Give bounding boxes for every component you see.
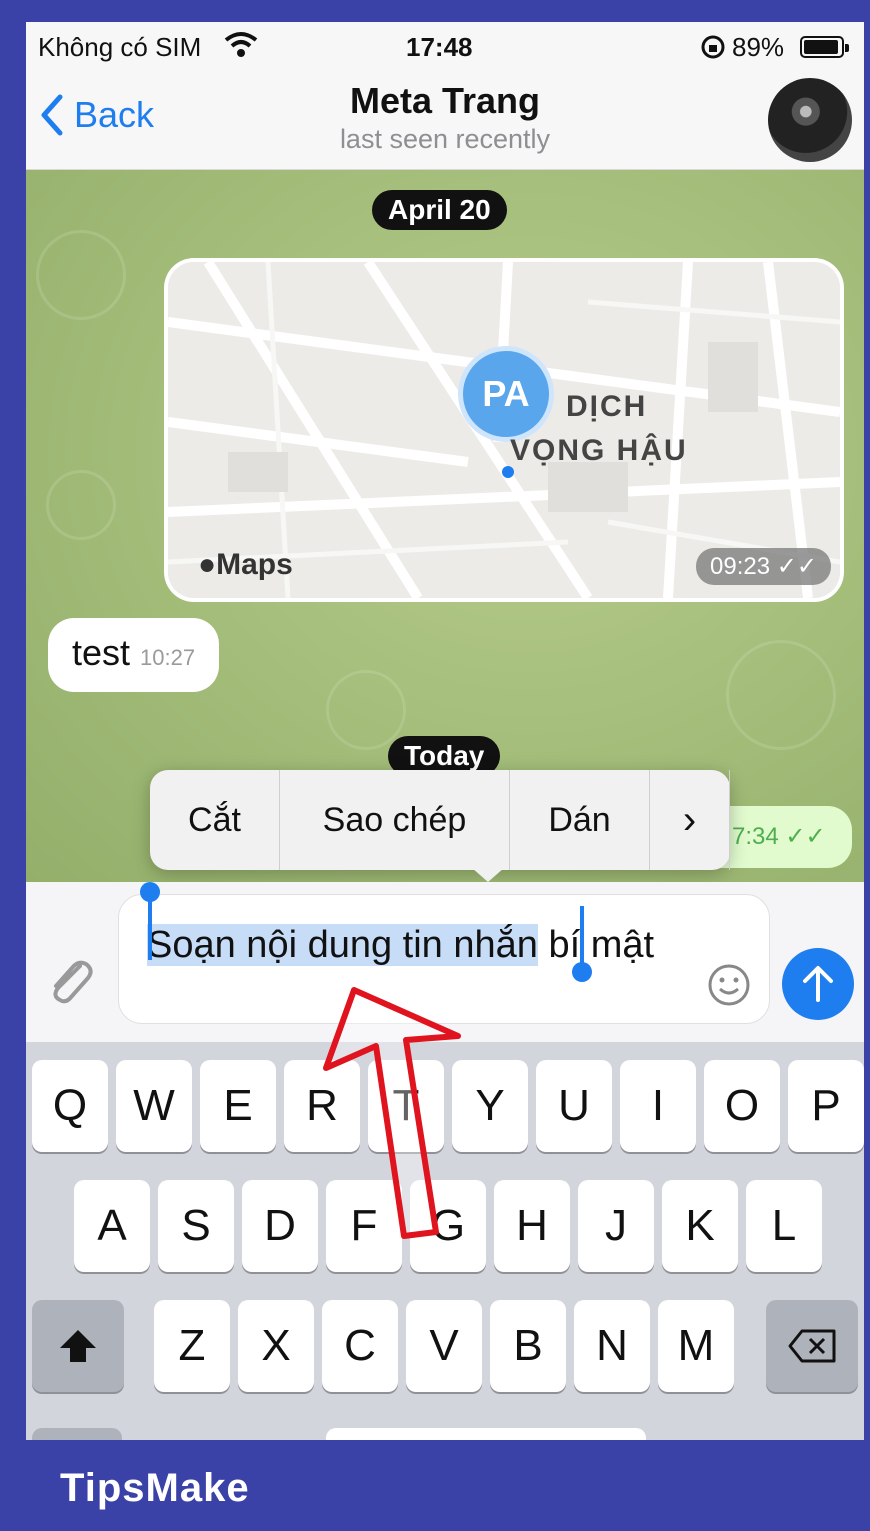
paperclip-icon [53, 960, 93, 1004]
paste-menu-item[interactable]: Dán [510, 770, 650, 870]
key-z[interactable]: Z [154, 1300, 230, 1392]
more-menu-arrow[interactable]: › [650, 770, 730, 870]
chat-header: Back Meta Trang last seen recently [26, 72, 864, 170]
clock: 17:48 [406, 32, 473, 62]
key-s[interactable]: S [158, 1180, 234, 1272]
apple-icon: ● [198, 548, 217, 581]
phone-screen: Không có SIM 17:48 89% Back Meta Trang l… [26, 22, 864, 1440]
key-k[interactable]: K [662, 1180, 738, 1272]
user-location-pin: PA [458, 346, 554, 442]
date-pill: April 20 [372, 190, 507, 230]
message-time: 09:23 ✓✓ [696, 548, 831, 585]
key-i[interactable]: I [620, 1060, 696, 1152]
contact-avatar[interactable] [768, 78, 852, 162]
carrier-label: Không có SIM [38, 32, 202, 62]
numbers-key[interactable] [32, 1428, 122, 1440]
key-f[interactable]: F [326, 1180, 402, 1272]
key-g[interactable]: G [410, 1180, 486, 1272]
battery-percent: 89% [732, 32, 785, 62]
backspace-key[interactable] [766, 1300, 858, 1392]
key-c[interactable]: C [322, 1300, 398, 1392]
key-j[interactable]: J [578, 1180, 654, 1272]
map-place-label: VỌNG HẬU [510, 434, 688, 467]
composer-bar: Soạn nội dung tin nhắn bí mật [26, 882, 864, 1042]
last-seen-status: last seen recently [339, 124, 551, 154]
key-n[interactable]: N [574, 1300, 650, 1392]
key-b[interactable]: B [490, 1300, 566, 1392]
key-e[interactable]: E [200, 1060, 276, 1152]
keyboard: QWERTYUIOP ASDFGHJKL ZXCVBNM [26, 1042, 864, 1440]
menu-pointer [472, 868, 504, 882]
unselected-text: bí mật [537, 924, 655, 966]
selection-end-handle[interactable] [572, 962, 592, 982]
message-time: 10:27 [140, 645, 196, 670]
send-button[interactable] [782, 948, 854, 1020]
wallpaper-doodle [36, 230, 126, 320]
cut-menu-item[interactable]: Cắt [150, 770, 280, 870]
backspace-icon [788, 1329, 836, 1363]
contact-name[interactable]: Meta Trang [26, 80, 864, 122]
wallpaper-doodle [326, 670, 406, 750]
copy-menu-item[interactable]: Sao chép [280, 770, 510, 870]
key-a[interactable]: A [74, 1180, 150, 1272]
arrow-up-icon [803, 966, 833, 1002]
selection-start-handle[interactable] [140, 882, 160, 902]
double-check-icon: ✓✓ [785, 823, 826, 850]
selection-end-bar [580, 906, 584, 968]
shift-icon [60, 1330, 96, 1362]
apple-maps-label: ●Maps [198, 548, 293, 581]
battery-icon [800, 36, 849, 58]
map-preview[interactable]: PA DỊCH VỌNG HẬU ●Maps 09:23 ✓✓ [168, 262, 840, 598]
key-l[interactable]: L [746, 1180, 822, 1272]
key-r[interactable]: R [284, 1060, 360, 1152]
key-p[interactable]: P [788, 1060, 864, 1152]
selected-text: Soạn nội dung tin nhắn [147, 924, 538, 966]
key-q[interactable]: Q [32, 1060, 108, 1152]
key-w[interactable]: W [116, 1060, 192, 1152]
shift-key[interactable] [32, 1300, 124, 1392]
key-v[interactable]: V [406, 1300, 482, 1392]
status-bar: Không có SIM 17:48 89% [26, 22, 864, 72]
brand-logo: TipsMake [60, 1466, 250, 1510]
message-input[interactable]: Soạn nội dung tin nhắn bí mật [118, 894, 770, 1024]
incoming-message[interactable]: test 10:27 [48, 618, 220, 692]
message-time: 7:34 ✓✓ [732, 823, 826, 850]
key-x[interactable]: X [238, 1300, 314, 1392]
key-h[interactable]: H [494, 1180, 570, 1272]
key-u[interactable]: U [536, 1060, 612, 1152]
location-message[interactable]: PA DỊCH VỌNG HẬU ●Maps 09:23 ✓✓ [164, 258, 844, 602]
key-m[interactable]: M [658, 1300, 734, 1392]
key-o[interactable]: O [704, 1060, 780, 1152]
message-input-text[interactable]: Soạn nội dung tin nhắn bí mật [147, 917, 687, 973]
map-place-label: DỊCH [566, 390, 648, 423]
double-check-icon: ✓✓ [776, 553, 817, 580]
wallpaper-doodle [726, 640, 836, 750]
emoji-button[interactable] [707, 963, 751, 1012]
key-y[interactable]: Y [452, 1060, 528, 1152]
orientation-lock-icon [700, 34, 726, 65]
space-key[interactable] [326, 1428, 646, 1440]
edit-context-menu: Cắt Sao chép Dán › [150, 770, 730, 882]
wifi-icon [224, 30, 258, 65]
key-t[interactable]: T [368, 1060, 444, 1152]
attach-button[interactable] [42, 952, 98, 1013]
selection-start-bar [148, 896, 152, 960]
smiley-icon [708, 964, 750, 1006]
message-text: test [72, 632, 131, 673]
key-d[interactable]: D [242, 1180, 318, 1272]
wallpaper-doodle [46, 470, 116, 540]
